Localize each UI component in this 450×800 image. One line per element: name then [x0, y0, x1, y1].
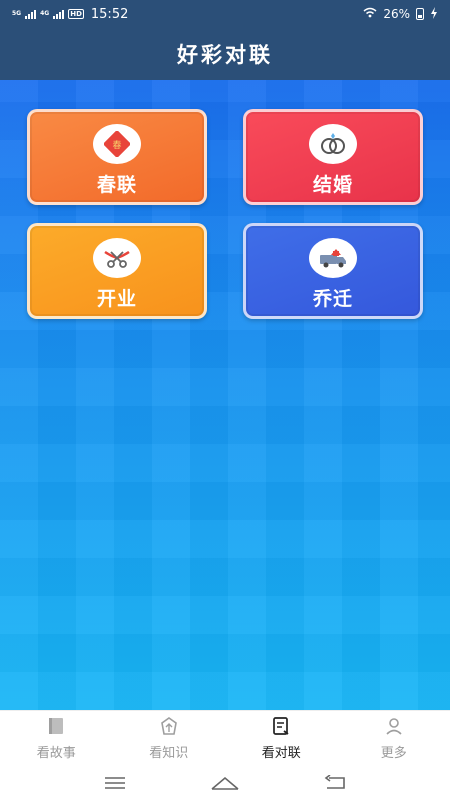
- wedding-rings-icon: [309, 124, 357, 164]
- knowledge-icon: [159, 716, 179, 740]
- bottom-tab-bar: 看故事 看知识 看对联 更多: [0, 710, 450, 766]
- status-bar: 5G 4G HD 15:52 26%: [0, 0, 450, 28]
- network-5g-label: 5G: [12, 10, 22, 17]
- clock: 15:52: [90, 6, 129, 22]
- person-icon: [384, 716, 404, 740]
- battery-icon: [416, 8, 424, 20]
- menu-icon[interactable]: [97, 771, 133, 795]
- status-left: 5G 4G HD 15:52: [12, 7, 128, 22]
- tile-label: 春联: [96, 174, 137, 196]
- battery-percent: 26%: [383, 7, 410, 21]
- tab-label: 更多: [380, 746, 407, 761]
- app-header: 好彩对联: [0, 28, 450, 80]
- tab-couplets[interactable]: 看对联: [225, 711, 338, 766]
- tile-moving[interactable]: 乔迁: [243, 223, 423, 319]
- couplet-doc-icon: [271, 716, 291, 740]
- tile-label: 乔迁: [312, 288, 353, 310]
- status-right: 26%: [363, 6, 438, 22]
- network-4g-label: 4G: [40, 10, 50, 17]
- ribbon-scissors-icon: [93, 238, 141, 278]
- back-icon[interactable]: [317, 771, 353, 795]
- spring-couplet-icon: 春: [93, 124, 141, 164]
- home-icon[interactable]: [207, 771, 243, 795]
- tile-wedding[interactable]: 结婚: [243, 109, 423, 205]
- tab-stories[interactable]: 看故事: [0, 711, 113, 766]
- tile-label: 结婚: [312, 174, 353, 196]
- moving-truck-icon: [309, 238, 357, 278]
- hd-badge: HD: [68, 9, 84, 19]
- tile-label: 开业: [96, 288, 137, 310]
- tab-label: 看对联: [261, 746, 301, 761]
- system-nav-bar: [0, 766, 450, 800]
- charging-icon: [430, 6, 438, 22]
- signal-icon: [53, 9, 65, 19]
- main-content: 春 春联 结婚 开业 乔迁: [0, 80, 450, 710]
- tab-knowledge[interactable]: 看知识: [113, 711, 226, 766]
- tile-spring-couplet[interactable]: 春 春联: [27, 109, 207, 205]
- book-icon: [46, 716, 66, 740]
- signal-icon: [25, 9, 37, 19]
- wifi-icon: [363, 7, 377, 21]
- svg-text:春: 春: [112, 139, 121, 151]
- tile-opening[interactable]: 开业: [27, 223, 207, 319]
- tab-label: 看故事: [36, 746, 76, 761]
- page-title: 好彩对联: [177, 43, 273, 67]
- tab-more[interactable]: 更多: [338, 711, 450, 766]
- tab-label: 看知识: [149, 746, 189, 761]
